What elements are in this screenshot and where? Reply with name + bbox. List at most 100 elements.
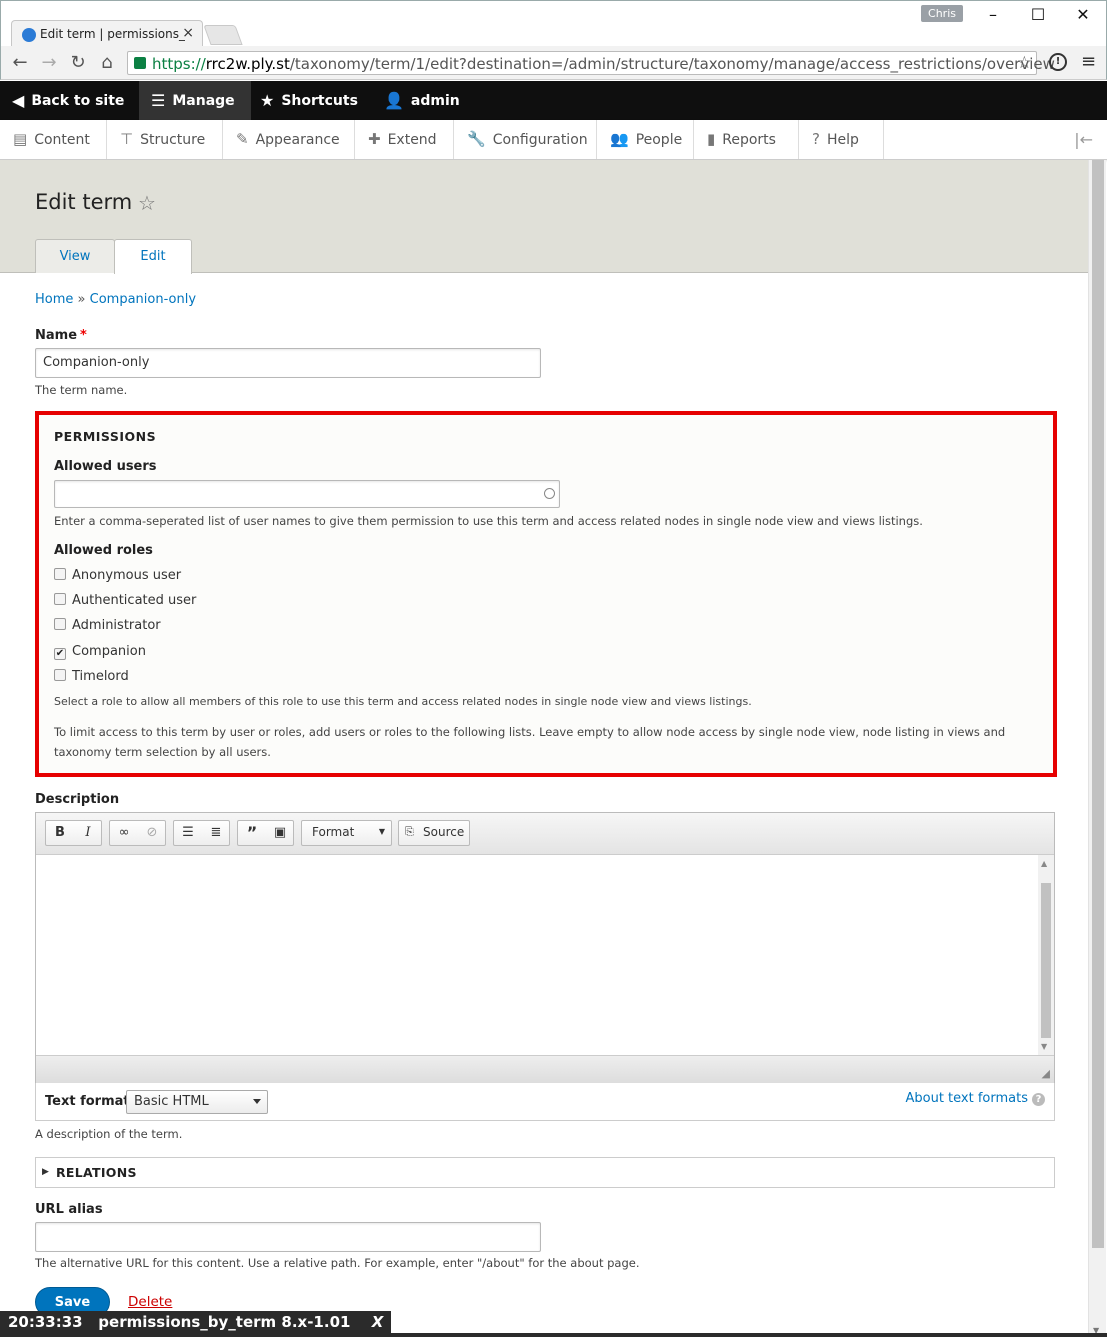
collapse-tray-icon[interactable]: |← — [1074, 130, 1093, 149]
checkbox[interactable] — [54, 669, 66, 681]
allowed-users-input[interactable] — [54, 480, 560, 508]
role-checkbox-anonymous[interactable]: Anonymous user — [54, 568, 181, 584]
page-title: Edit term — [35, 190, 133, 214]
editor-statusbar: ◢ — [36, 1055, 1054, 1083]
checkbox[interactable] — [54, 618, 66, 630]
editor-toolbar: B I ∞ ⊘ ☰ ≣ ” ▣ Format ▼ ⎘ Source — [36, 813, 1054, 855]
name-input[interactable]: Companion-only — [35, 348, 541, 378]
drupal-favicon-icon — [22, 28, 36, 42]
bottom-bar — [0, 1333, 1107, 1337]
role-checkbox-administrator[interactable]: Administrator — [54, 618, 161, 634]
tray-item-appearance[interactable]: ✎ Appearance — [223, 120, 355, 159]
role-checkbox-authenticated[interactable]: Authenticated user — [54, 593, 196, 609]
role-checkbox-companion[interactable]: ✔ Companion — [54, 644, 146, 660]
checkbox-checked[interactable]: ✔ — [54, 648, 66, 660]
shortcuts-tab[interactable]: ★ Shortcuts — [260, 81, 358, 120]
sitemap-icon: ⊤ — [120, 130, 134, 148]
tray-item-help[interactable]: ? Help — [799, 120, 884, 159]
browser-menu-icon[interactable]: ≡ — [1081, 51, 1096, 72]
video-caption-overlay: 20:33:33 permissions_by_term 8.x-1.01 X — [0, 1311, 392, 1333]
name-label: Name * — [35, 328, 87, 343]
allowed-roles-description: Select a role to allow all members of th… — [54, 695, 752, 708]
caption-close[interactable]: X — [372, 1313, 384, 1331]
wysiwyg-editor: B I ∞ ⊘ ☰ ≣ ” ▣ Format ▼ ⎘ Source ▲ ▼ ◢ — [35, 812, 1055, 1083]
bar-chart-icon: ▮ — [707, 130, 716, 148]
about-text-formats-link[interactable]: About text formats? — [905, 1091, 1045, 1106]
admin-toolbar: ◀ Back to site ☰ Manage ★ Shortcuts 👤 admin — [0, 81, 1107, 120]
source-icon: ⎘ — [405, 825, 414, 838]
shortcut-star-icon[interactable]: ☆ — [138, 191, 156, 215]
tray-item-people[interactable]: 👥 People — [597, 120, 694, 159]
description-label: Description — [35, 792, 120, 807]
allowed-users-description: Enter a comma-seperated list of user nam… — [54, 514, 923, 528]
link-icon[interactable]: ∞ — [110, 821, 138, 845]
editor-group-lists: ☰ ≣ — [173, 820, 230, 846]
format-dropdown[interactable]: Format ▼ — [301, 820, 392, 846]
editor-scrollbar[interactable]: ▲ ▼ — [1038, 855, 1054, 1055]
required-marker: * — [80, 328, 87, 343]
close-window-icon[interactable]: ✕ — [1061, 5, 1105, 25]
expand-triangle-icon: ▶ — [42, 1167, 49, 1177]
breadcrumb-current[interactable]: Companion-only — [90, 292, 196, 307]
url-input[interactable]: https://rrc2w.ply.st/taxonomy/term/1/edi… — [127, 51, 1055, 75]
editor-group-link: ∞ ⊘ — [109, 820, 166, 846]
forward-arrow-icon[interactable]: → — [38, 52, 60, 73]
breadcrumb: Home » Companion-only — [35, 292, 196, 307]
close-tab-icon[interactable]: × — [182, 25, 194, 41]
breadcrumb-home[interactable]: Home — [35, 292, 73, 307]
source-button[interactable]: ⎘ Source — [398, 820, 470, 846]
tray-item-reports[interactable]: ▮ Reports — [694, 120, 799, 159]
reload-icon[interactable]: ↻ — [67, 52, 89, 73]
scroll-down-icon[interactable]: ▼ — [1041, 1042, 1047, 1051]
bulleted-list-icon[interactable]: ☰ — [174, 821, 202, 845]
lock-icon — [134, 57, 146, 69]
admin-tray: ▤ Content ⊤ Structure ✎ Appearance ✚ Extend … — [0, 120, 1107, 160]
breadcrumb-separator: » — [77, 292, 86, 307]
page-scrollbar[interactable]: ▼ — [1088, 160, 1106, 1337]
new-tab-button[interactable] — [203, 25, 243, 45]
unlink-icon[interactable]: ⊘ — [138, 821, 166, 845]
tray-item-configuration[interactable]: 🔧 Configuration — [454, 120, 597, 159]
editor-content-area[interactable] — [36, 855, 1040, 1055]
back-to-site-link[interactable]: ◀ Back to site — [12, 81, 124, 120]
url-alias-label: URL alias — [35, 1202, 103, 1217]
user-tab[interactable]: 👤 admin — [384, 81, 460, 120]
text-format-select[interactable]: Basic HTML — [126, 1090, 268, 1114]
tray-item-structure[interactable]: ⊤ Structure — [107, 120, 223, 159]
checkbox[interactable] — [54, 593, 66, 605]
browser-tab-title: Edit term | permissions_by — [40, 27, 185, 41]
role-checkbox-timelord[interactable]: Timelord — [54, 669, 129, 685]
editor-scroll-thumb[interactable] — [1041, 883, 1051, 1038]
permissions-title: PERMISSIONS — [54, 429, 157, 444]
delete-link[interactable]: Delete — [128, 1294, 172, 1310]
tab-view[interactable]: View — [35, 239, 115, 273]
editor-group-media: ” ▣ — [237, 820, 294, 846]
numbered-list-icon[interactable]: ≣ — [202, 821, 230, 845]
scroll-up-icon[interactable]: ▲ — [1041, 859, 1047, 868]
people-icon: 👥 — [610, 130, 629, 148]
maximize-icon[interactable]: ☐ — [1016, 5, 1060, 25]
chevron-down-icon — [253, 1099, 261, 1104]
bookmark-star-icon[interactable]: ☆ — [1017, 53, 1032, 73]
home-icon[interactable]: ⌂ — [96, 52, 118, 73]
relations-details[interactable]: ▶ RELATIONS — [35, 1157, 1055, 1188]
page-scroll-thumb[interactable] — [1092, 160, 1104, 1248]
manage-tab[interactable]: ☰ Manage — [139, 81, 251, 120]
url-alias-input[interactable] — [35, 1222, 541, 1252]
allowed-roles-label: Allowed roles — [54, 543, 153, 558]
image-icon[interactable]: ▣ — [266, 821, 294, 845]
bold-icon[interactable]: B — [46, 821, 74, 845]
tab-edit[interactable]: Edit — [114, 239, 192, 274]
tray-item-content[interactable]: ▤ Content — [0, 120, 107, 159]
document-icon: ▤ — [13, 130, 28, 148]
tray-item-extend[interactable]: ✚ Extend — [355, 120, 454, 159]
resize-handle-icon[interactable]: ◢ — [1042, 1067, 1050, 1080]
italic-icon[interactable]: I — [74, 821, 102, 845]
checkbox[interactable] — [54, 568, 66, 580]
extension-icon[interactable]: ! — [1049, 53, 1067, 71]
browser-tab[interactable]: Edit term | permissions_by × — [11, 20, 203, 47]
browser-profile-badge[interactable]: Chris — [921, 5, 963, 22]
minimize-icon[interactable]: – — [971, 5, 1015, 25]
back-arrow-icon[interactable]: ← — [9, 52, 31, 73]
blockquote-icon[interactable]: ” — [238, 821, 266, 845]
